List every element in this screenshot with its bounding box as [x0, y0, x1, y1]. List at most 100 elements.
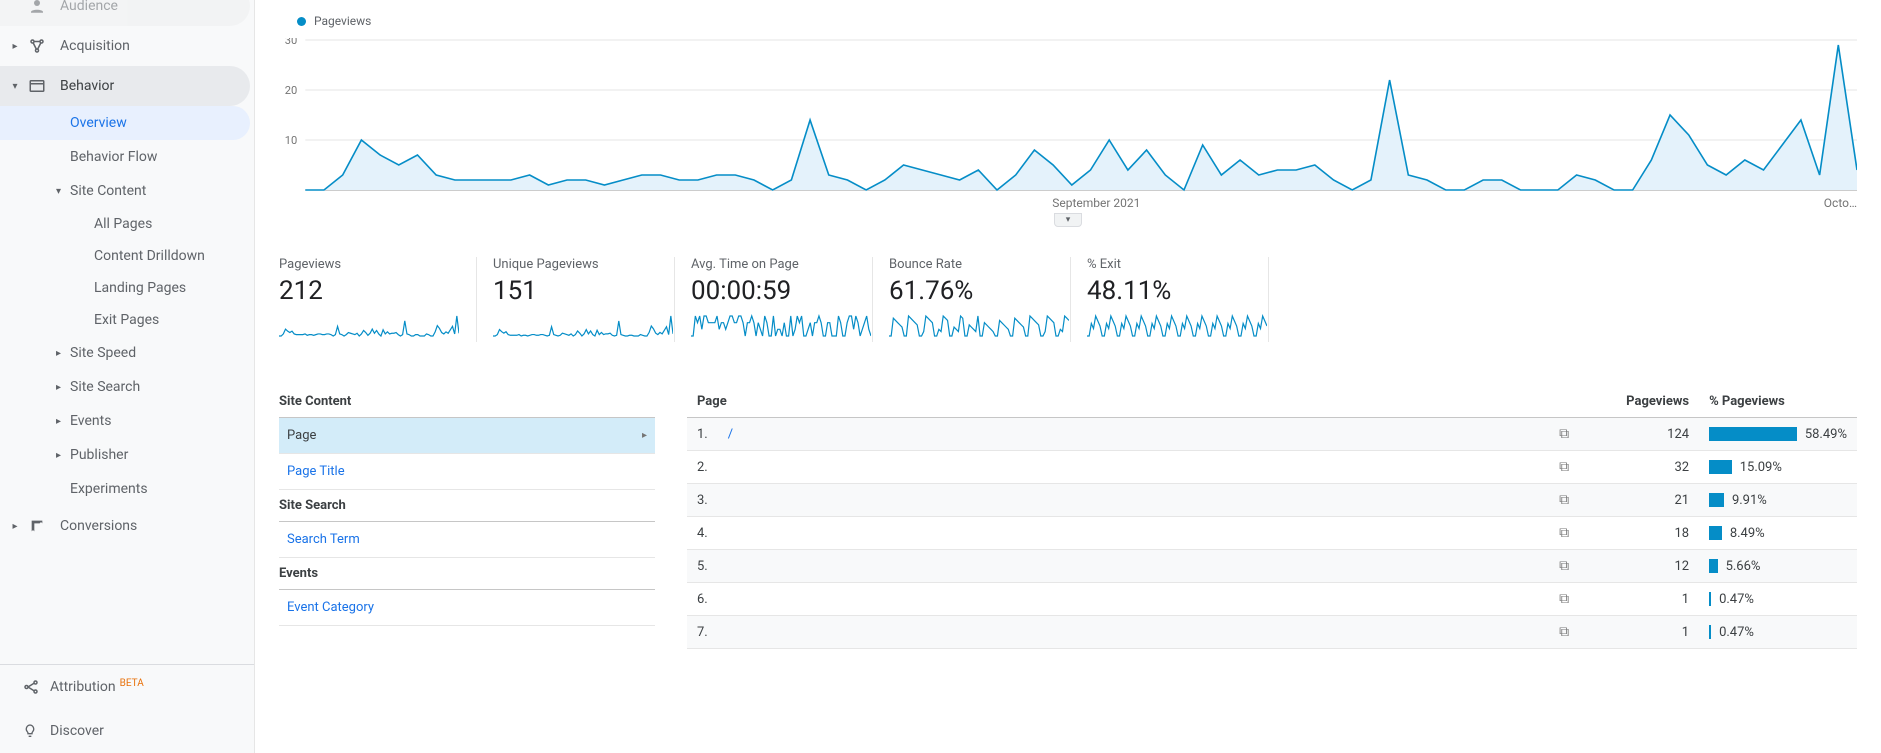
sparkline [493, 314, 673, 338]
table-panel: Page Pageviews % Pageviews 1. / ⧉ 124 58… [687, 386, 1857, 649]
table-header-pageviews[interactable]: Pageviews [1579, 386, 1699, 418]
lower-panels: Site ContentPage▸Page TitleSite SearchSe… [279, 386, 1857, 649]
chevron-down-icon: ▾ [1066, 215, 1071, 225]
row-pageviews: 21 [1579, 484, 1699, 517]
line-chart[interactable]: 102030 [279, 38, 1857, 213]
chevron-down-icon: ▾ [10, 81, 20, 92]
chevron-right-icon: ▸ [56, 416, 66, 427]
dim-group-header: Site Search [279, 490, 655, 522]
subnav-publisher[interactable]: ▸ Publisher [0, 438, 250, 472]
nav-label: Discover [50, 723, 104, 739]
subnav-site-search[interactable]: ▸ Site Search [0, 370, 250, 404]
nav-item-audience[interactable]: Audience [0, 0, 250, 26]
row-pct: 9.91% [1699, 484, 1857, 517]
row-page-link[interactable] [718, 517, 1547, 550]
legend-label: Pageviews [314, 14, 371, 28]
row-pct: 0.47% [1699, 616, 1857, 649]
chevron-right-icon: ▸ [10, 41, 20, 52]
metric-value: 151 [493, 276, 658, 306]
dim-row[interactable]: Event Category [279, 590, 655, 626]
subnav-exit-pages[interactable]: Exit Pages [0, 304, 254, 336]
table-row[interactable]: 5. ⧉ 12 5.66% [687, 550, 1857, 583]
sparkline [889, 314, 1069, 338]
row-index: 2. [687, 451, 718, 484]
table-row[interactable]: 1. / ⧉ 124 58.49% [687, 418, 1857, 451]
row-pageviews: 12 [1579, 550, 1699, 583]
metric-card[interactable]: Avg. Time on Page 00:00:59 [675, 257, 873, 342]
table-header-page[interactable]: Page [687, 386, 1579, 418]
table-row[interactable]: 7. ⧉ 1 0.47% [687, 616, 1857, 649]
nav-item-behavior[interactable]: ▾ Behavior [0, 66, 250, 106]
dim-row[interactable]: Page▸ [279, 418, 655, 454]
nav-discover[interactable]: Discover [0, 709, 254, 753]
table-row[interactable]: 6. ⧉ 1 0.47% [687, 583, 1857, 616]
metric-card[interactable]: Unique Pageviews 151 [477, 257, 675, 342]
sparkline [691, 314, 871, 338]
subnav-site-content[interactable]: ▾ Site Content [0, 174, 250, 208]
chart-legend[interactable]: Pageviews [279, 8, 1857, 38]
row-page-link[interactable] [718, 616, 1547, 649]
row-pageviews: 32 [1579, 451, 1699, 484]
nav-label: Audience [60, 0, 118, 14]
discover-icon [22, 723, 50, 739]
svg-text:10: 10 [285, 134, 297, 147]
table-header-pct[interactable]: % Pageviews [1699, 386, 1857, 418]
nav-item-acquisition[interactable]: ▸ Acquisition [0, 26, 250, 66]
metric-card[interactable]: % Exit 48.11% [1071, 257, 1269, 342]
open-in-new-icon[interactable]: ⧉ [1547, 517, 1579, 550]
open-in-new-icon[interactable]: ⧉ [1547, 550, 1579, 583]
row-pct: 5.66% [1699, 550, 1857, 583]
row-pct: 8.49% [1699, 517, 1857, 550]
row-pageviews: 124 [1579, 418, 1699, 451]
row-page-link[interactable] [718, 583, 1547, 616]
subnav-landing-pages[interactable]: Landing Pages [0, 272, 254, 304]
subnav-events[interactable]: ▸ Events [0, 404, 250, 438]
table-row[interactable]: 3. ⧉ 21 9.91% [687, 484, 1857, 517]
subnav-behavior-flow[interactable]: Behavior Flow [0, 140, 250, 174]
nav-label: Conversions [60, 518, 137, 534]
chart-area: Pageviews 102030 September 2021 Octo… ▾ [279, 0, 1857, 213]
dim-row-label: Page Title [287, 464, 345, 479]
open-in-new-icon[interactable]: ⧉ [1547, 418, 1579, 451]
row-index: 6. [687, 583, 718, 616]
behavior-icon [26, 77, 48, 95]
nav-attribution[interactable]: Attribution BETA [0, 665, 254, 709]
metric-card[interactable]: Bounce Rate 61.76% [873, 257, 1071, 342]
metrics-row: Pageviews 212 Unique Pageviews 151 Avg. … [279, 257, 1857, 342]
open-in-new-icon[interactable]: ⧉ [1547, 484, 1579, 517]
open-in-new-icon[interactable]: ⧉ [1547, 616, 1579, 649]
subnav-content-drilldown[interactable]: Content Drilldown [0, 240, 254, 272]
dim-row[interactable]: Search Term [279, 522, 655, 558]
open-in-new-icon[interactable]: ⧉ [1547, 451, 1579, 484]
dim-row[interactable]: Page Title [279, 454, 655, 490]
sparkline [1087, 314, 1267, 338]
row-index: 7. [687, 616, 718, 649]
row-page-link[interactable] [718, 451, 1547, 484]
row-page-link[interactable]: / [718, 418, 1547, 451]
row-page-link[interactable] [718, 484, 1547, 517]
sidebar-bottom: Attribution BETA Discover [0, 664, 254, 753]
pages-table: Page Pageviews % Pageviews 1. / ⧉ 124 58… [687, 386, 1857, 649]
subnav-label: Site Content [70, 183, 146, 199]
table-row[interactable]: 2. ⧉ 32 15.09% [687, 451, 1857, 484]
row-index: 4. [687, 517, 718, 550]
metric-card[interactable]: Pageviews 212 [279, 257, 477, 342]
row-page-link[interactable] [718, 550, 1547, 583]
subnav-experiments[interactable]: Experiments [0, 472, 250, 506]
x-axis-mid-label: September 2021 [1052, 196, 1140, 210]
drag-handle[interactable]: ▾ [1054, 213, 1082, 227]
legend-dot-icon [297, 17, 306, 26]
row-pageviews: 1 [1579, 583, 1699, 616]
nav-item-conversions[interactable]: ▸ Conversions [0, 506, 250, 546]
subnav-label: Experiments [70, 481, 148, 497]
nav-label: Acquisition [60, 38, 130, 54]
row-index: 5. [687, 550, 718, 583]
subnav-site-speed[interactable]: ▸ Site Speed [0, 336, 250, 370]
chevron-right-icon: ▸ [642, 430, 647, 441]
main-content: Pageviews 102030 September 2021 Octo… ▾ … [255, 0, 1881, 753]
subnav-overview[interactable]: Overview [0, 106, 250, 140]
subnav-all-pages[interactable]: All Pages [0, 208, 254, 240]
table-row[interactable]: 4. ⧉ 18 8.49% [687, 517, 1857, 550]
chevron-down-icon: ▾ [56, 186, 66, 197]
open-in-new-icon[interactable]: ⧉ [1547, 583, 1579, 616]
